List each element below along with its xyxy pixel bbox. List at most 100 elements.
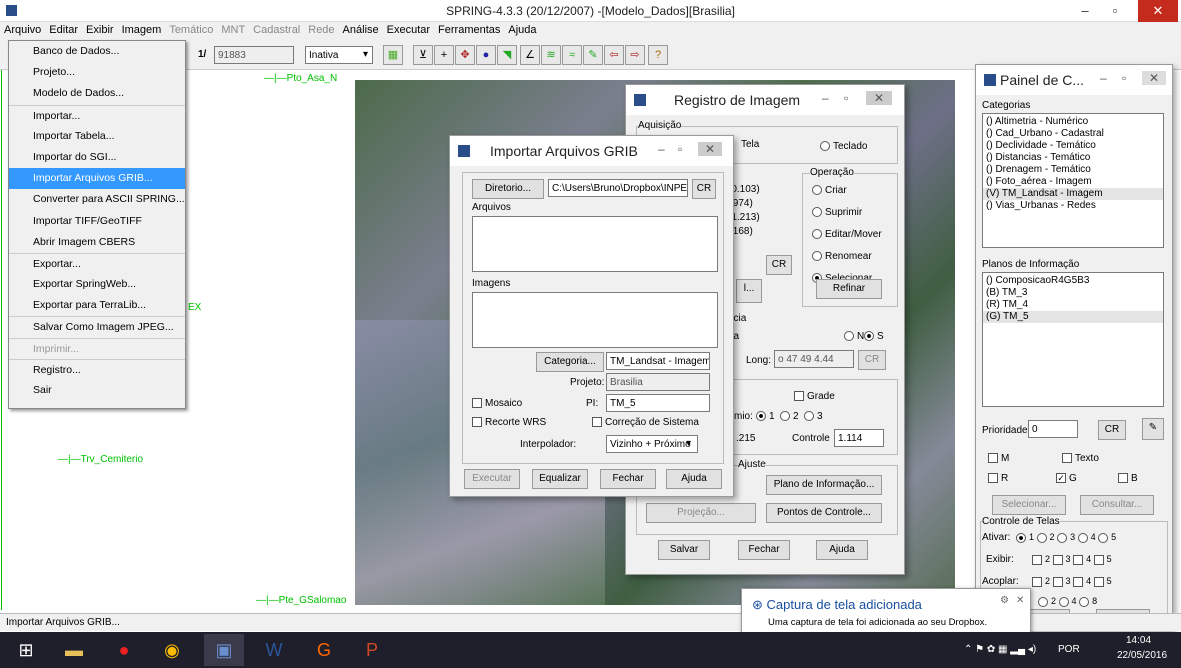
menu-ferramentas[interactable]: Ferramentas [434, 22, 504, 38]
registro-close-button[interactable]: ✕ [866, 91, 893, 105]
long-cr-button[interactable]: CR [858, 350, 886, 370]
menu-analise[interactable]: Análise [339, 22, 383, 38]
categoria-item[interactable]: () Drenagem - Temático [983, 164, 1163, 176]
tray-icons[interactable]: ⌃ ⚑ ✿ ▦ ▂▄ ◂) [964, 644, 1036, 655]
r-checkbox[interactable]: R [988, 473, 1008, 484]
painel-minimize-button[interactable]: – [1100, 71, 1107, 85]
tool-icon[interactable]: ◥ [497, 45, 517, 65]
menu-imagem[interactable]: Imagem [118, 22, 166, 38]
menu-ajuda[interactable]: Ajuda [504, 22, 540, 38]
windows-start-icon[interactable]: ⊞ [6, 634, 46, 666]
arquivos-list[interactable] [472, 216, 718, 272]
prioridade-cr-button[interactable]: CR [1098, 420, 1126, 440]
prioridade-field[interactable]: 0 [1028, 420, 1078, 438]
menu-item-importar-tabela[interactable]: Importar Tabela... [9, 126, 185, 147]
menu-item-importar-tiff[interactable]: Importar TIFF/GeoTIFF [9, 211, 185, 232]
m-checkbox[interactable]: M [988, 453, 1009, 464]
interpolador-select[interactable]: Vizinho + Próximo [606, 435, 698, 453]
forward-icon[interactable]: ⇨ [625, 45, 645, 65]
menu-exibir[interactable]: Exibir [82, 22, 118, 38]
g-checkbox[interactable]: ✓ G [1056, 473, 1077, 484]
acoplar-checkboxes[interactable]: 2 3 4 5 [1032, 576, 1112, 587]
grib-fechar-button[interactable]: Fechar [600, 469, 656, 489]
zoom-radios[interactable]: 2 4 8 [1038, 596, 1097, 607]
pan-icon[interactable]: ✥ [455, 45, 475, 65]
painel-maximize-button[interactable]: ▫ [1122, 71, 1126, 85]
mosaico-checkbox[interactable]: Mosaico [472, 398, 522, 409]
n-radio[interactable]: N [844, 331, 864, 342]
plano-item-selected[interactable]: (G) TM_5 [983, 311, 1163, 323]
cr-button[interactable]: CR [766, 255, 792, 275]
grid-icon[interactable]: ▦ [383, 45, 403, 65]
categoria-item[interactable]: () Vias_Urbanas - Redes [983, 200, 1163, 212]
selecionar-button[interactable]: Selecionar... [992, 495, 1066, 515]
menu-item-exportar-springweb[interactable]: Exportar SpringWeb... [9, 274, 185, 295]
b-checkbox[interactable]: B [1118, 473, 1138, 484]
long-field[interactable]: o 47 49 4.44 [774, 350, 854, 368]
menu-executar[interactable]: Executar [383, 22, 434, 38]
menu-item-importar-sgi[interactable]: Importar do SGI... [9, 147, 185, 168]
plano-informacao-button[interactable]: Plano de Informação... [766, 475, 882, 495]
menu-arquivo[interactable]: Arquivo [0, 22, 45, 38]
consultar-button[interactable]: Consultar... [1080, 495, 1154, 515]
categorias-list[interactable]: () Altimetria - Numérico () Cad_Urbano -… [982, 113, 1164, 248]
planos-list[interactable]: () ComposicaoR4G5B3 (B) TM_3 (R) TM_4 (G… [982, 272, 1164, 407]
layer3-icon[interactable]: ✎ [583, 45, 603, 65]
pdf-icon[interactable]: G [304, 634, 344, 666]
executar-button[interactable]: Executar [464, 469, 520, 489]
menu-item-banco-dados[interactable]: Banco de Dados... [9, 41, 185, 62]
registro-ajuda-button[interactable]: Ajuda [816, 540, 868, 560]
grade-checkbox[interactable]: Grade [794, 391, 835, 402]
menu-item-importar[interactable]: Importar... [9, 104, 185, 126]
renomear-radio[interactable]: Renomear [812, 251, 872, 262]
draw-icon[interactable]: ∠ [520, 45, 540, 65]
registro-maximize-button[interactable]: ▫ [844, 91, 848, 105]
salvar-button[interactable]: Salvar [658, 540, 710, 560]
categoria-button[interactable]: Categoria... [536, 352, 604, 372]
categoria-item[interactable]: () Altimetria - Numérico [983, 116, 1163, 128]
menu-item-imprimir[interactable]: Imprimir... [9, 337, 185, 359]
menu-item-abrir-cbers[interactable]: Abrir Imagem CBERS [9, 232, 185, 253]
plano-item[interactable]: (B) TM_3 [983, 287, 1163, 299]
layer-icon[interactable]: ≋ [541, 45, 561, 65]
grib-close-button[interactable]: ✕ [698, 142, 723, 156]
diretorio-cr-button[interactable]: CR [692, 179, 716, 199]
editar-radio[interactable]: Editar/Mover [812, 229, 882, 240]
categoria-item[interactable]: () Declividade - Temático [983, 140, 1163, 152]
menu-item-converter-ascii[interactable]: Converter para ASCII SPRING... [9, 189, 185, 210]
plano-item[interactable]: () ComposicaoR4G5B3 [983, 275, 1163, 287]
minimize-button[interactable]: – [1070, 0, 1100, 22]
layer2-icon[interactable]: ≈ [562, 45, 582, 65]
dropbox-notification[interactable]: ⊛ Captura de tela adicionada Uma captura… [741, 588, 1031, 634]
menu-rede[interactable]: Rede [304, 22, 338, 38]
opera-icon[interactable]: ● [104, 634, 144, 666]
menu-cadastral[interactable]: Cadastral [249, 22, 304, 38]
menu-mnt[interactable]: MNT [217, 22, 249, 38]
diretorio-field[interactable]: C:\Users\Bruno\Dropbox\INPE\C [548, 179, 688, 197]
grau-2-radio[interactable]: 2 [780, 411, 799, 422]
controle-field[interactable]: 1.114 [834, 429, 884, 447]
pontos-controle-button[interactable]: Pontos de Controle... [766, 503, 882, 523]
grib-ajuda-button[interactable]: Ajuda [666, 469, 722, 489]
maximize-button[interactable]: ▫ [1100, 0, 1130, 22]
equalizar-button[interactable]: Equalizar [532, 469, 588, 489]
menu-item-modelo-dados[interactable]: Modelo de Dados... [9, 83, 185, 104]
menu-item-exportar-terralib[interactable]: Exportar para TerraLib... [9, 295, 185, 316]
registro-fechar-button[interactable]: Fechar [738, 540, 790, 560]
clock-time[interactable]: 14:04 [1126, 635, 1151, 646]
menu-item-importar-grib[interactable]: Importar Arquivos GRIB... [9, 168, 185, 190]
correcao-sistema-checkbox[interactable]: Correção de Sistema [592, 417, 699, 428]
close-button[interactable]: ✕ [1138, 0, 1178, 22]
info-icon[interactable]: ● [476, 45, 496, 65]
recorte-wrs-checkbox[interactable]: Recorte WRS [472, 417, 546, 428]
chevron-down-icon[interactable]: ▾ [363, 49, 368, 60]
exibir-checkboxes[interactable]: 2 3 4 5 [1032, 554, 1112, 565]
toast-settings-icon[interactable]: ⚙ [1000, 595, 1009, 606]
categoria-item[interactable]: () Distancias - Temático [983, 152, 1163, 164]
categoria-item[interactable]: () Foto_aérea - Imagem [983, 176, 1163, 188]
scale-field[interactable]: 91883 [214, 46, 294, 64]
word-icon[interactable]: W [254, 634, 294, 666]
small-button[interactable]: l... [736, 279, 762, 303]
menu-item-registro[interactable]: Registro... [9, 358, 185, 380]
menu-tematico[interactable]: Temático [165, 22, 217, 38]
